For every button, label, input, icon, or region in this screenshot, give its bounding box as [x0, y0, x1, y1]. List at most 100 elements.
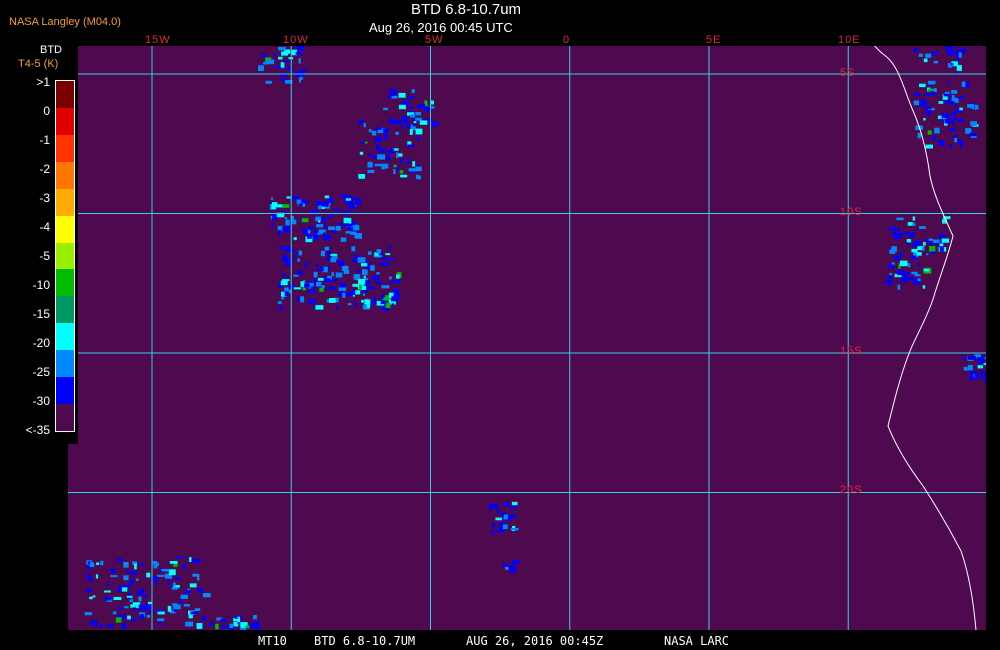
- cloud-speck: [321, 201, 329, 207]
- lat-label-20s: 20S: [840, 484, 863, 496]
- cloud-speck: [324, 222, 327, 229]
- legend-level-label: <-35: [25, 423, 50, 437]
- cloud-speck: [258, 65, 264, 71]
- cloud-speck: [954, 104, 958, 107]
- cloud-speck: [931, 51, 938, 55]
- cloud-speck: [302, 228, 308, 235]
- cloud-speck: [401, 126, 405, 129]
- cloud-speck: [388, 258, 395, 261]
- cloud-speck: [180, 594, 188, 599]
- cloud-speck: [355, 270, 362, 273]
- cloud-speck: [925, 144, 933, 149]
- cloud-speck: [385, 253, 391, 256]
- cloud-speck: [316, 224, 324, 228]
- cloud-speck: [121, 623, 127, 629]
- cloud-speck: [393, 169, 396, 174]
- cloud-speck: [502, 524, 508, 530]
- cloud-speck: [396, 152, 399, 159]
- cloud-speck: [359, 151, 364, 155]
- cloud-speck: [124, 606, 129, 609]
- cloud-speck: [92, 595, 96, 598]
- cloud-speck: [508, 564, 516, 569]
- cloud-speck: [921, 247, 925, 251]
- cloud-speck: [946, 101, 955, 104]
- cloud-speck: [156, 574, 165, 577]
- legend-level-label: -20: [32, 336, 50, 350]
- cloud-speck: [911, 271, 918, 275]
- cloud-speck: [318, 205, 322, 210]
- cloud-speck: [308, 226, 315, 230]
- cloud-speck: [286, 196, 291, 199]
- cloud-speck: [914, 274, 921, 277]
- cloud-speck: [417, 104, 426, 109]
- cloud-speck: [110, 575, 118, 578]
- cloud-speck: [387, 148, 395, 154]
- cloud-speck: [961, 81, 966, 87]
- cloud-speck: [367, 161, 373, 168]
- cloud-speck: [327, 197, 333, 204]
- legend-level-label: -3: [39, 191, 50, 205]
- legend-title: BTD: [40, 44, 62, 56]
- cloud-speck: [134, 563, 137, 570]
- cloud-speck: [168, 569, 176, 576]
- cloud-speck: [409, 106, 413, 109]
- cloud-speck: [110, 568, 116, 574]
- cloud-speck: [296, 46, 305, 50]
- cloud-speck: [954, 137, 958, 143]
- cloud-speck: [396, 274, 400, 279]
- cloud-speck: [938, 234, 947, 238]
- color-legend: BTD T4-5 (K) >1 0 -1 -2 -3 -4 -5 -10 -15 -20 -25 -3…: [0, 44, 78, 444]
- cloud-speck: [409, 129, 413, 135]
- cloud-speck: [139, 614, 144, 620]
- cloud-speck: [404, 120, 410, 124]
- cloud-speck: [95, 574, 99, 579]
- cloud-speck: [917, 262, 920, 267]
- cloud-speck: [919, 226, 926, 229]
- cloud-speck: [914, 93, 921, 97]
- cloud-speck: [157, 611, 165, 615]
- cloud-speck: [347, 303, 352, 306]
- cloud-speck: [282, 254, 285, 257]
- cloud-speck: [315, 200, 322, 206]
- cloud-speck: [117, 607, 123, 610]
- satellite-map[interactable]: 5S 10S 15S 20S: [68, 46, 986, 630]
- cloud-speck: [316, 282, 322, 287]
- lat-label-5s: 5S: [840, 67, 856, 79]
- cloud-speck: [280, 62, 284, 68]
- cloud-speck: [373, 295, 376, 299]
- cloud-speck: [892, 226, 897, 231]
- cloud-speck: [301, 218, 309, 223]
- cloud-speck: [977, 365, 983, 369]
- cloud-speck: [297, 271, 304, 275]
- cloud-speck: [126, 570, 129, 574]
- cloud-speck: [202, 593, 211, 598]
- cloud-speck: [167, 605, 172, 612]
- cloud-speck: [140, 562, 144, 567]
- cloud-speck: [913, 48, 918, 52]
- cloud-speck: [144, 594, 148, 598]
- legend-level-label: -1: [39, 133, 50, 147]
- cloud-speck: [318, 220, 321, 223]
- cloud-speck: [408, 168, 417, 172]
- cloud-speck: [496, 508, 499, 514]
- cloud-speck: [202, 615, 207, 621]
- cloud-speck: [173, 563, 178, 567]
- cloud-speck: [104, 597, 112, 601]
- cloud-speck: [252, 625, 257, 629]
- cloud-speck: [950, 63, 954, 66]
- cloud-speck: [977, 357, 985, 364]
- cloud-speck: [400, 158, 403, 164]
- cloud-speck: [383, 134, 389, 139]
- cloud-speck: [340, 237, 347, 242]
- cloud-speck: [261, 53, 266, 58]
- cloud-speck: [266, 59, 275, 65]
- cloud-speck: [398, 104, 406, 110]
- cloud-speck: [176, 556, 184, 559]
- legend-swatch: [56, 377, 74, 405]
- cloud-speck: [889, 249, 896, 254]
- cloud-speck: [929, 246, 936, 252]
- cloud-speck: [280, 280, 288, 286]
- cloud-speck: [362, 290, 368, 293]
- cloud-speck: [932, 92, 937, 96]
- cloud-speck: [970, 121, 977, 126]
